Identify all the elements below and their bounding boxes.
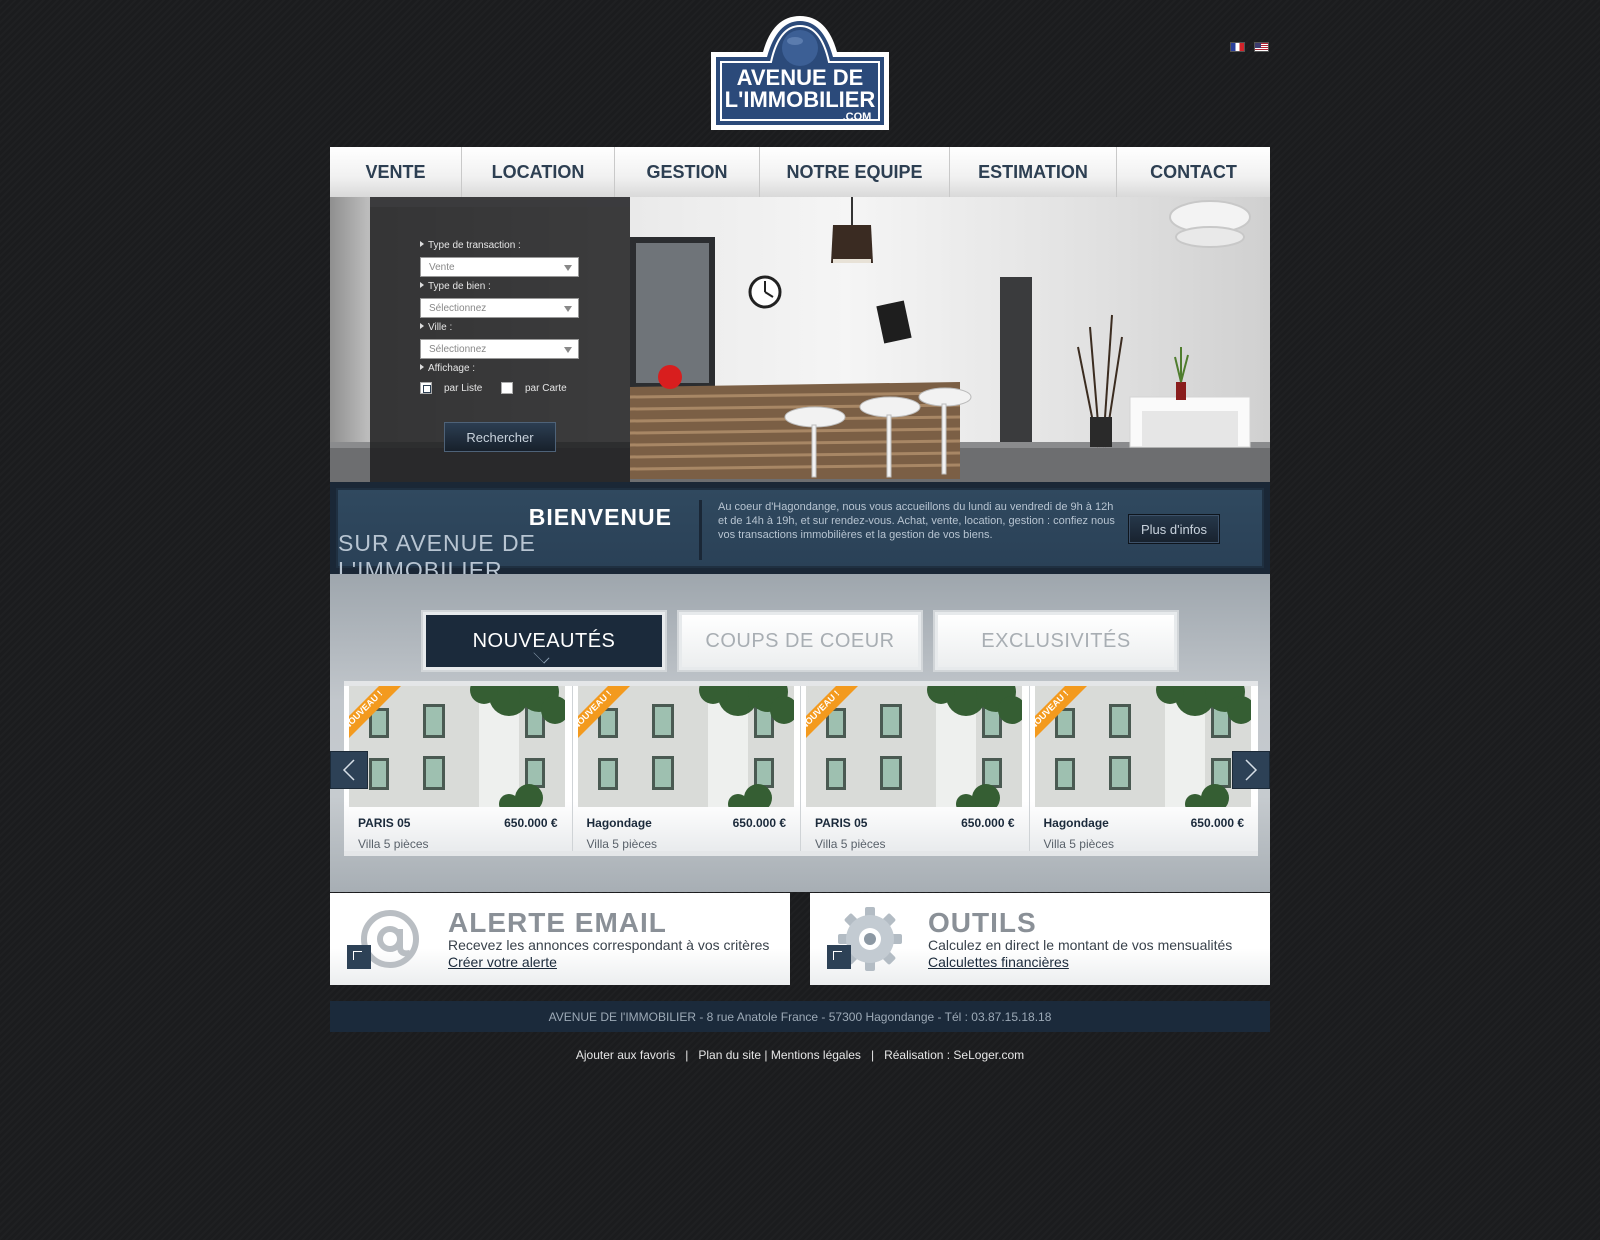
welcome-title: BIENVENUE <box>528 504 672 530</box>
listing-card[interactable]: NOUVEAU ! Hagondage 650.000 € Villa 5 pi… <box>572 686 801 851</box>
tools-text: Calculez en direct le montant de vos men… <box>928 937 1233 953</box>
listing-carousel: NOUVEAU ! PARIS 05 650.000 € Villa 5 piè… <box>344 681 1258 856</box>
tools-title: OUTILS <box>928 907 1037 938</box>
chevron-down-icon <box>564 265 572 271</box>
chevron-down-icon <box>564 347 572 353</box>
tab-nouveautes[interactable]: NOUVEAUTÉS <box>421 610 667 672</box>
transaction-type-label: Type de transaction : <box>420 240 521 251</box>
property-type-select[interactable]: Sélectionnez <box>420 298 579 318</box>
footer-address: AVENUE DE l'IMMOBILIER - 8 rue Anatole F… <box>548 1009 1052 1024</box>
city-select[interactable]: Sélectionnez <box>420 339 579 359</box>
language-switcher <box>1230 42 1269 52</box>
transaction-type-select[interactable]: Vente <box>420 257 579 277</box>
listing-photo: NOUVEAU ! <box>806 686 1022 807</box>
tab-exclusivites[interactable]: EXCLUSIVITÉS <box>933 610 1179 672</box>
transaction-type-value: Vente <box>429 262 455 273</box>
footer-address-bar: AVENUE DE l'IMMOBILIER - 8 rue Anatole F… <box>330 1001 1270 1032</box>
site-logo[interactable]: AVENUE DE L'IMMOBILIER .COM <box>707 14 893 132</box>
listing-type: Villa 5 pièces <box>358 837 429 851</box>
listing-card[interactable]: NOUVEAU ! PARIS 05 650.000 € Villa 5 piè… <box>801 686 1030 851</box>
chevron-left-icon <box>342 759 355 781</box>
footer-separator: | <box>860 1048 885 1062</box>
nav-item-vente[interactable]: VENTE <box>330 147 462 197</box>
logo-line2: L'IMMOBILIER <box>725 87 876 112</box>
nav-item-estimation[interactable]: ESTIMATION <box>950 147 1117 197</box>
sitemap-link[interactable]: Plan du site <box>698 1048 761 1062</box>
listing-type: Villa 5 pièces <box>586 837 658 851</box>
listing-price: 650.000 € <box>504 816 558 830</box>
listing-price: 650.000 € <box>1190 816 1244 830</box>
listing-photo: NOUVEAU ! <box>349 686 565 807</box>
nav-item-contact[interactable]: CONTACT <box>1117 147 1270 197</box>
nav-item-location[interactable]: LOCATION <box>462 147 615 197</box>
listings-section: NOUVEAUTÉS COUPS DE COEUR EXCLUSIVITÉS N… <box>330 574 1270 892</box>
listing-card[interactable]: NOUVEAU ! Hagondage 650.000 € Villa 5 pi… <box>1029 686 1258 851</box>
create-alert-link[interactable]: Créer votre alerte <box>448 954 557 970</box>
add-favorites-link[interactable]: Ajouter aux favoris <box>576 1048 675 1062</box>
listing-type: Villa 5 pièces <box>1043 837 1115 851</box>
footer-separator: | <box>761 1048 771 1062</box>
listing-price: 650.000 € <box>732 816 786 830</box>
nav-item-gestion[interactable]: GESTION <box>615 147 760 197</box>
corner-arrow-icon <box>827 945 851 969</box>
listing-photo: NOUVEAU ! <box>1034 686 1251 807</box>
footer-separator: | <box>675 1048 699 1062</box>
listing-city: Hagondage <box>586 816 652 830</box>
listing-city: PARIS 05 <box>358 816 411 830</box>
listing-city: PARIS 05 <box>815 816 868 830</box>
listing-photo: NOUVEAU ! <box>577 686 794 807</box>
listing-price: 650.000 € <box>961 816 1015 830</box>
logo-line3: .COM <box>843 111 872 123</box>
property-type-value: Sélectionnez <box>429 303 487 314</box>
email-alert-text: Recevez les annonces correspondant à vos… <box>448 937 770 953</box>
email-alert-title: ALERTE EMAIL <box>448 907 667 938</box>
footer-links: Ajouter aux favoris | Plan du site | Men… <box>330 1048 1270 1062</box>
tab-nouveautes-label: NOUVEAUTÉS <box>426 615 662 667</box>
credits-link[interactable]: Réalisation : SeLoger.com <box>884 1048 1024 1062</box>
tab-coups-de-coeur[interactable]: COUPS DE COEUR <box>677 610 923 672</box>
city-value: Sélectionnez <box>429 344 487 355</box>
property-type-label: Type de bien : <box>420 281 491 292</box>
display-list-label: par Liste <box>444 383 483 394</box>
welcome-divider <box>699 500 702 560</box>
tab-coups-de-coeur-label: COUPS DE COEUR <box>682 615 918 667</box>
listing-city: Hagondage <box>1043 816 1109 830</box>
listing-type: Villa 5 pièces <box>815 837 886 851</box>
welcome-inner: BIENVENUE SUR AVENUE DE L'IMMOBILIER Au … <box>336 488 1264 583</box>
carousel-next-button[interactable] <box>1232 751 1270 789</box>
nav-item-notre-equipe[interactable]: NOTRE EQUIPE <box>760 147 950 197</box>
chevron-down-icon <box>564 306 572 312</box>
display-map-label: par Carte <box>525 383 567 394</box>
flag-us-icon[interactable] <box>1254 42 1269 52</box>
listing-card[interactable]: NOUVEAU ! PARIS 05 650.000 € Villa 5 piè… <box>344 686 573 851</box>
display-mode-label: Affichage : <box>420 363 475 374</box>
email-alert-box: ALERTE EMAIL Recevez les annonces corres… <box>330 893 790 985</box>
chevron-right-icon <box>1245 759 1258 781</box>
tab-exclusivites-label: EXCLUSIVITÉS <box>938 615 1174 667</box>
welcome-banner: BIENVENUE SUR AVENUE DE L'IMMOBILIER Au … <box>330 482 1270 583</box>
tools-box: OUTILS Calculez en direct le montant de … <box>810 893 1270 985</box>
legal-notice-link[interactable]: Mentions légales <box>771 1048 861 1062</box>
display-list-checkbox[interactable] <box>420 382 432 394</box>
welcome-text: Au coeur d'Hagondange, nous vous accueil… <box>718 501 1115 541</box>
hero-banner: Type de transaction : Vente Type de bien… <box>330 197 1270 482</box>
search-button[interactable]: Rechercher <box>444 422 556 452</box>
property-search-panel: Type de transaction : Vente Type de bien… <box>370 197 630 482</box>
more-info-button[interactable]: Plus d'infos <box>1128 514 1220 544</box>
display-map-checkbox[interactable] <box>501 382 513 394</box>
flag-fr-icon[interactable] <box>1230 42 1245 52</box>
city-label: Ville : <box>420 322 452 333</box>
main-nav: VENTE LOCATION GESTION NOTRE EQUIPE ESTI… <box>330 147 1270 197</box>
corner-arrow-icon <box>347 945 371 969</box>
financial-calculators-link[interactable]: Calculettes financières <box>928 954 1069 970</box>
carousel-prev-button[interactable] <box>330 751 368 789</box>
